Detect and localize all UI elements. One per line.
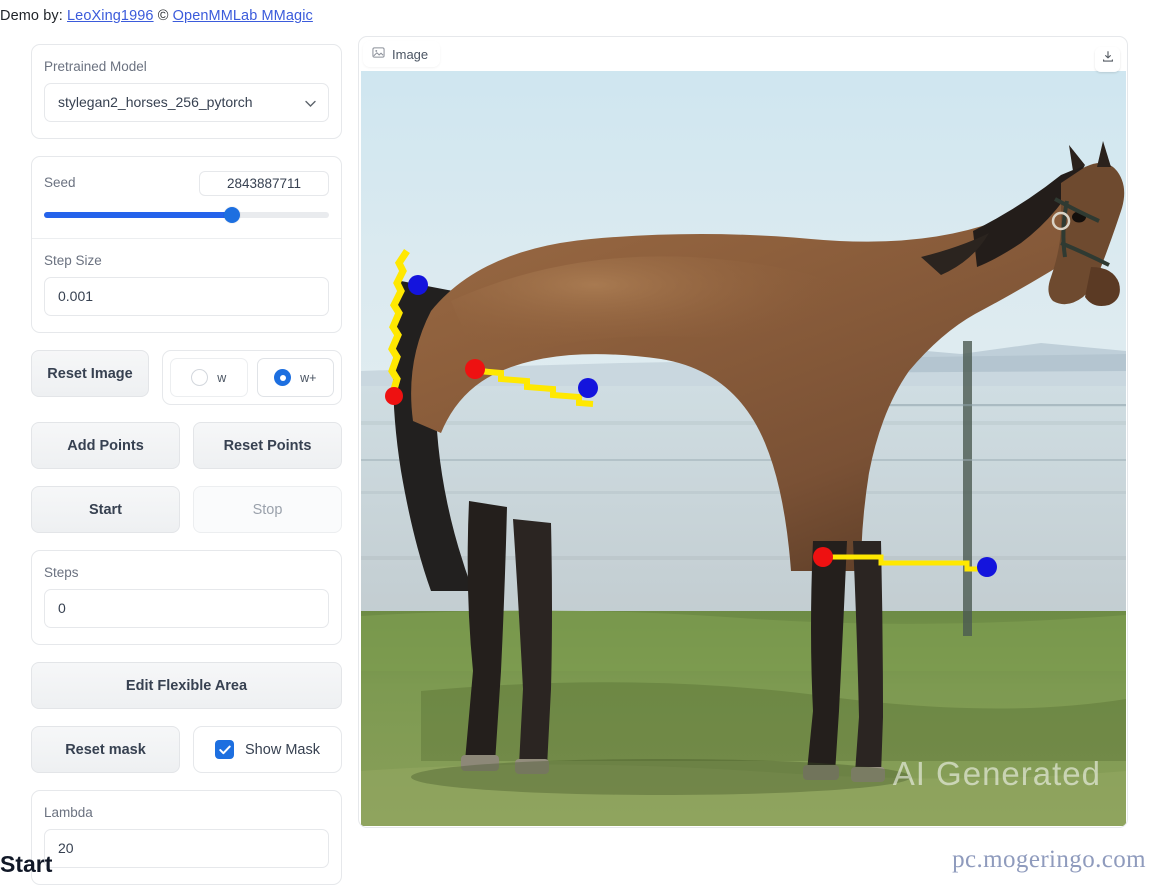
stop-button: Stop: [193, 486, 342, 533]
lambda-input[interactable]: 20: [44, 829, 329, 868]
credit-line: Demo by: LeoXing1996 © OpenMMLab MMagic: [0, 8, 313, 24]
handle-point: [385, 387, 403, 405]
pretrained-model-row: Pretrained Model stylegan2_horses_256_py…: [32, 45, 341, 138]
radio-checked-icon: [274, 369, 292, 386]
target-point: [578, 378, 598, 398]
seed-row: Seed 2843887711: [32, 157, 341, 238]
mask-row: Reset mask Show Mask: [31, 726, 342, 773]
edit-flexible-area-row: Edit Flexible Area: [31, 662, 342, 709]
bottom-start-heading: Start: [0, 851, 53, 877]
pretrained-model-group: Pretrained Model stylegan2_horses_256_py…: [31, 44, 342, 139]
image-icon: [372, 46, 385, 62]
lambda-row: Lambda 20: [32, 791, 341, 884]
handle-point: [465, 359, 485, 379]
reset-mask-button[interactable]: Reset mask: [31, 726, 180, 773]
steps-row: Steps 0: [32, 551, 341, 644]
seed-label: Seed: [44, 175, 76, 190]
checkmark-icon: [215, 740, 235, 759]
pretrained-model-value: stylegan2_horses_256_pytorch: [58, 94, 253, 110]
app-root: Demo by: LeoXing1996 © OpenMMLab MMagic …: [0, 0, 1173, 888]
reset-image-row: Reset Image w w+: [31, 350, 342, 405]
steps-group: Steps 0: [31, 550, 342, 645]
target-point: [977, 557, 997, 577]
image-tab[interactable]: Image: [363, 41, 441, 67]
seed-slider-thumb[interactable]: [224, 207, 241, 223]
stepsize-label: Step Size: [44, 253, 102, 268]
seed-value-input[interactable]: 2843887711: [199, 171, 329, 196]
credit-author-link[interactable]: LeoXing1996: [67, 8, 154, 24]
controls-column: Pretrained Model stylegan2_horses_256_py…: [31, 44, 342, 888]
target-point: [408, 275, 428, 295]
chevron-down-icon: [305, 84, 316, 121]
credit-separator: ©: [157, 8, 169, 24]
show-mask-label: Show Mask: [245, 741, 320, 758]
latent-mode-option-wplus[interactable]: w+: [256, 358, 334, 397]
latent-mode-radio-group: w w+: [162, 350, 342, 405]
steps-input[interactable]: 0: [44, 589, 329, 628]
stepsize-row: Step Size 0.001: [32, 238, 341, 332]
lambda-group: Lambda 20: [31, 790, 342, 885]
pretrained-model-label: Pretrained Model: [44, 59, 147, 74]
stepsize-input[interactable]: 0.001: [44, 277, 329, 316]
download-icon: [1101, 50, 1115, 69]
show-mask-checkbox[interactable]: Show Mask: [193, 726, 342, 773]
seed-stepsize-group: Seed 2843887711 Step Size 0.001: [31, 156, 342, 333]
seed-slider[interactable]: [44, 207, 329, 223]
latent-mode-option-wplus-label: w+: [300, 370, 317, 385]
reset-image-button[interactable]: Reset Image: [31, 350, 149, 397]
download-button[interactable]: [1095, 47, 1120, 72]
latent-mode-option-w[interactable]: w: [170, 358, 248, 397]
radio-unchecked-icon: [191, 369, 209, 386]
site-watermark: pc.mogeringo.com: [952, 846, 1146, 873]
add-points-button[interactable]: Add Points: [31, 422, 180, 469]
credit-prefix: Demo by:: [0, 8, 63, 24]
drag-points-overlay[interactable]: [361, 71, 1126, 826]
handle-point: [813, 547, 833, 567]
run-button-row: Start Stop: [31, 486, 342, 533]
edit-flexible-area-button[interactable]: Edit Flexible Area: [31, 662, 342, 709]
image-panel: Image AI Generated: [358, 36, 1128, 828]
generated-image[interactable]: AI Generated: [361, 71, 1126, 826]
reset-points-button[interactable]: Reset Points: [193, 422, 342, 469]
points-button-row: Add Points Reset Points: [31, 422, 342, 469]
seed-slider-fill: [44, 212, 233, 218]
pretrained-model-dropdown[interactable]: stylegan2_horses_256_pytorch: [44, 83, 329, 122]
start-button[interactable]: Start: [31, 486, 180, 533]
credit-org-link[interactable]: OpenMMLab MMagic: [173, 8, 313, 24]
lambda-label: Lambda: [44, 805, 93, 820]
steps-label: Steps: [44, 565, 79, 580]
image-tab-label: Image: [392, 46, 429, 62]
latent-mode-option-w-label: w: [217, 370, 227, 385]
